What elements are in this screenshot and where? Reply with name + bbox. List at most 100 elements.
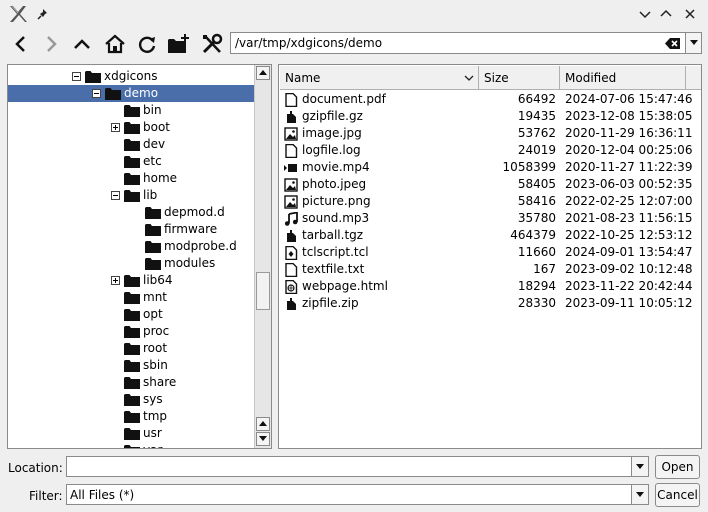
path-input[interactable]: /var/tmp/xdgicons/demo: [230, 32, 686, 54]
tree-item-label: usr: [143, 426, 162, 440]
tree-item-label: etc: [143, 154, 162, 168]
file-row[interactable]: photo.jpeg 58405 2023-06-03 00:52:35: [279, 176, 701, 193]
tree-item[interactable]: var: [8, 442, 254, 448]
new-folder-icon: [168, 34, 189, 53]
tree-scrollbar[interactable]: [254, 65, 271, 448]
column-header-size[interactable]: Size: [479, 66, 560, 90]
tree-scroll-down-button[interactable]: [256, 432, 270, 446]
tree-item[interactable]: sbin: [8, 357, 254, 374]
collapse-icon[interactable]: [92, 89, 101, 98]
image-icon: [284, 127, 298, 141]
file-row[interactable]: tarball.tgz 464379 2022-10-25 12:53:12: [279, 227, 701, 244]
caret-up-icon: [259, 421, 267, 426]
tree-item[interactable]: boot: [8, 119, 254, 136]
location-combobox[interactable]: [66, 456, 649, 477]
tree-scroll-up-button[interactable]: [256, 66, 270, 80]
tree-item[interactable]: root: [8, 340, 254, 357]
document-icon: [284, 262, 298, 278]
tree-scroll-up-button-2[interactable]: [256, 417, 270, 431]
tree-item-label: sbin: [143, 358, 168, 372]
file-size: 167: [533, 262, 556, 276]
file-row[interactable]: zipfile.zip 28330 2023-09-11 10:05:12: [279, 295, 701, 312]
image-icon: [284, 178, 298, 192]
tree-item[interactable]: modules: [8, 255, 254, 272]
file-name: tclscript.tcl: [302, 245, 369, 259]
up-button[interactable]: [68, 31, 96, 57]
file-size: 18294: [517, 279, 556, 293]
tree-item[interactable]: modprobe.d: [8, 238, 254, 255]
file-size: 464379: [510, 228, 556, 242]
file-row[interactable]: document.pdf 66492 2024-07-06 15:47:46: [279, 91, 701, 108]
file-row[interactable]: textfile.txt 167 2023-09-02 10:12:48: [279, 261, 701, 278]
settings-button[interactable]: [198, 31, 226, 57]
tree-item[interactable]: tmp: [8, 408, 254, 425]
home-button[interactable]: [101, 31, 129, 57]
tree-item[interactable]: dev: [8, 136, 254, 153]
cancel-button[interactable]: Cancel: [655, 483, 700, 507]
file-row[interactable]: webpage.html 18294 2023-11-22 20:42:44: [279, 278, 701, 295]
tree-item[interactable]: depmod.d: [8, 204, 254, 221]
music-icon: [284, 211, 298, 226]
maximize-button[interactable]: [657, 5, 675, 23]
file-modified: 2023-12-08 15:38:05: [565, 109, 693, 123]
tree-item[interactable]: xdgicons: [8, 68, 254, 85]
column-header-name[interactable]: Name: [280, 66, 479, 90]
filter-dropdown-button[interactable]: [631, 485, 648, 504]
tree-item-label: lib: [143, 188, 158, 202]
sort-chevron-down-icon: [464, 75, 474, 81]
file-size: 35780: [517, 211, 556, 225]
file-modified: 2024-09-01 13:54:47: [565, 245, 693, 259]
tree-item[interactable]: bin: [8, 102, 254, 119]
path-dropdown-button[interactable]: [686, 32, 702, 54]
location-dropdown-button[interactable]: [631, 457, 648, 476]
script-icon: [284, 245, 298, 261]
filter-combobox[interactable]: All Files (*): [66, 484, 649, 505]
reload-button[interactable]: [133, 31, 161, 57]
image-icon: [284, 195, 298, 209]
forward-button[interactable]: [37, 31, 65, 57]
folder-icon: [145, 240, 161, 253]
tree-item[interactable]: etc: [8, 153, 254, 170]
tree-item[interactable]: firmware: [8, 221, 254, 238]
tree-item-label: proc: [143, 324, 170, 338]
tree-item[interactable]: lib: [8, 187, 254, 204]
file-row[interactable]: picture.png 58416 2022-02-25 12:07:00: [279, 193, 701, 210]
clear-icon[interactable]: [665, 37, 681, 50]
open-button[interactable]: Open: [655, 455, 700, 479]
collapse-icon[interactable]: [72, 72, 81, 81]
tree-item[interactable]: share: [8, 374, 254, 391]
tree-item[interactable]: opt: [8, 306, 254, 323]
tree-item[interactable]: mnt: [8, 289, 254, 306]
folder-icon: [124, 427, 140, 440]
expand-icon[interactable]: [111, 123, 120, 132]
tree-scroll-thumb[interactable]: [256, 272, 270, 310]
folder-icon: [105, 87, 121, 100]
caret-down-icon: [636, 491, 644, 497]
new-folder-button[interactable]: [165, 31, 193, 57]
pin-icon[interactable]: [34, 5, 52, 23]
expand-icon[interactable]: [111, 276, 120, 285]
file-row[interactable]: gzipfile.gz 19435 2023-12-08 15:38:05: [279, 108, 701, 125]
tree-item[interactable]: sys: [8, 391, 254, 408]
tree-item[interactable]: lib64: [8, 272, 254, 289]
filter-value: All Files (*): [70, 488, 135, 502]
tree-item-label: home: [143, 171, 178, 185]
folder-icon: [145, 223, 161, 236]
tree-item-label: demo: [124, 86, 159, 100]
file-row[interactable]: movie.mp4 1058399 2020-11-27 11:22:39: [279, 159, 701, 176]
close-button[interactable]: [681, 5, 699, 23]
column-header-modified[interactable]: Modified: [560, 66, 686, 90]
file-row[interactable]: image.jpg 53762 2020-11-29 16:36:11: [279, 125, 701, 142]
tree-item-label: share: [143, 375, 177, 389]
file-row[interactable]: tclscript.tcl 11660 2024-09-01 13:54:47: [279, 244, 701, 261]
tree-item[interactable]: usr: [8, 425, 254, 442]
file-row[interactable]: logfile.log 24019 2020-12-04 00:25:06: [279, 142, 701, 159]
minimize-button[interactable]: [636, 5, 654, 23]
tree-item[interactable]: home: [8, 170, 254, 187]
file-row[interactable]: sound.mp3 35780 2021-08-23 11:56:15: [279, 210, 701, 227]
file-name: tarball.tgz: [302, 228, 364, 242]
back-button[interactable]: [7, 31, 35, 57]
tree-item[interactable]: proc: [8, 323, 254, 340]
tree-item[interactable]: demo: [8, 85, 254, 102]
collapse-icon[interactable]: [111, 191, 120, 200]
